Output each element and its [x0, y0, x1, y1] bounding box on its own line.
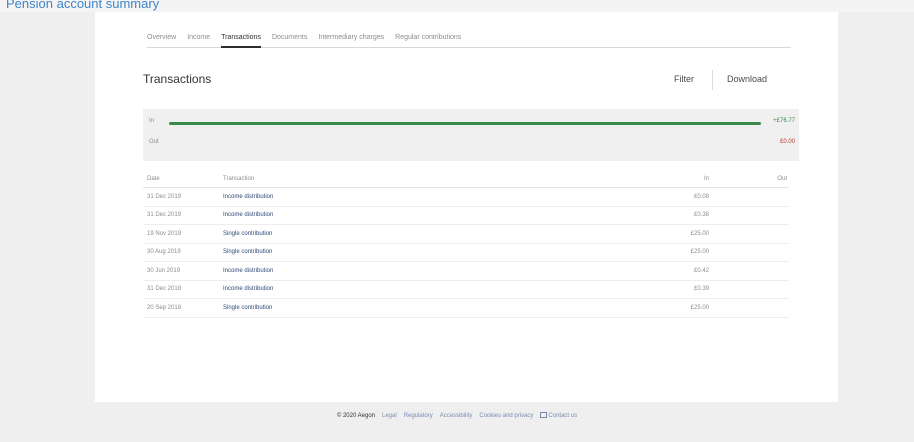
row-in: £0.08	[693, 193, 709, 200]
row-transaction[interactable]: Income distribution	[223, 268, 643, 274]
out-total: £0.00	[779, 139, 795, 145]
row-transaction[interactable]: Single contribution	[223, 305, 643, 311]
tab-transactions[interactable]: Transactions	[221, 31, 261, 48]
row-in: £0.42	[693, 267, 709, 274]
page-title: Transactions	[143, 72, 212, 86]
footer-link-accessibility[interactable]: Accessibility	[440, 413, 473, 419]
divider	[712, 70, 713, 90]
footer-link-cookies[interactable]: Cookies and privacy	[479, 413, 533, 419]
tab-intermediary-charges[interactable]: Intermediary charges	[318, 31, 384, 47]
row-in: £25.00	[690, 230, 709, 237]
in-total: +£76.77	[773, 118, 795, 124]
top-bar: Pension account summary	[0, 0, 914, 12]
in-out-summary: In +£76.77 Out £0.00	[143, 109, 799, 161]
footer-link-legal[interactable]: Legal	[382, 413, 397, 419]
out-label: Out	[149, 139, 159, 145]
table-row[interactable]: 31 Dec 2019 Income distribution £0.08	[143, 188, 789, 207]
row-date: 19 Nov 2019	[147, 230, 182, 237]
header-in: In	[703, 175, 709, 182]
row-date: 30 Jun 2019	[147, 267, 181, 274]
contact-us-label: Contact us	[548, 413, 578, 419]
tab-documents[interactable]: Documents	[272, 31, 307, 47]
filter-button[interactable]: Filter	[674, 74, 694, 84]
transactions-table: Date Transaction In Out 31 Dec 2019 Incom…	[143, 170, 789, 318]
in-bar-track	[169, 122, 761, 125]
header-date: Date	[147, 175, 160, 182]
row-in: £0.39	[693, 286, 709, 293]
tab-bar: Overview Income Transactions Documents I…	[147, 31, 791, 48]
table-row[interactable]: 20 Sep 2018 Single contribution £25.00	[143, 299, 789, 318]
row-transaction[interactable]: Single contribution	[223, 231, 643, 237]
table-row[interactable]: 31 Dec 2019 Income distribution £0.38	[143, 207, 789, 225]
table-body: 31 Dec 2019 Income distribution £0.08 31 De…	[143, 188, 789, 318]
row-transaction[interactable]: Income distribution	[223, 194, 643, 200]
footer-link-regulatory[interactable]: Regulatory	[404, 413, 433, 419]
row-transaction[interactable]: Single contribution	[223, 249, 643, 255]
table-row[interactable]: 31 Dec 2018 Income distribution £0.39	[143, 281, 789, 299]
row-transaction[interactable]: Income distribution	[223, 212, 643, 218]
row-in: £25.00	[690, 304, 709, 311]
top-link[interactable]: Pension account summary	[6, 0, 159, 11]
row-date: 20 Sep 2018	[147, 304, 182, 311]
tab-regular-contributions[interactable]: Regular contributions	[395, 31, 461, 47]
in-bar-fill	[169, 122, 761, 125]
external-link-icon	[540, 412, 548, 418]
table-row[interactable]: 30 Aug 2019 Single contribution £25.00	[143, 244, 789, 262]
table-header: Date Transaction In Out	[143, 170, 789, 188]
header-out: Out	[777, 175, 787, 182]
download-button[interactable]: Download	[727, 74, 767, 84]
contact-us-link[interactable]: Contact us	[540, 412, 577, 419]
row-in: £0.38	[693, 212, 709, 219]
in-label: In	[149, 118, 155, 124]
copyright: © 2020 Aegon	[336, 412, 375, 419]
row-date: 30 Aug 2019	[147, 249, 181, 256]
row-date: 31 Dec 2019	[147, 193, 182, 200]
table-row[interactable]: 30 Jun 2019 Income distribution £0.42	[143, 262, 789, 281]
row-transaction[interactable]: Income distribution	[223, 286, 643, 292]
table-row[interactable]: 19 Nov 2019 Single contribution £25.00	[143, 225, 789, 244]
row-date: 31 Dec 2018	[147, 286, 182, 293]
main-card: Overview Income Transactions Documents I…	[95, 12, 838, 402]
header-transaction: Transaction	[223, 175, 255, 182]
row-date: 31 Dec 2019	[147, 212, 182, 219]
tab-overview[interactable]: Overview	[147, 31, 176, 47]
footer: © 2020 Aegon Legal Regulatory Accessibil…	[0, 412, 914, 419]
row-in: £25.00	[690, 249, 709, 256]
tab-income[interactable]: Income	[187, 31, 210, 47]
